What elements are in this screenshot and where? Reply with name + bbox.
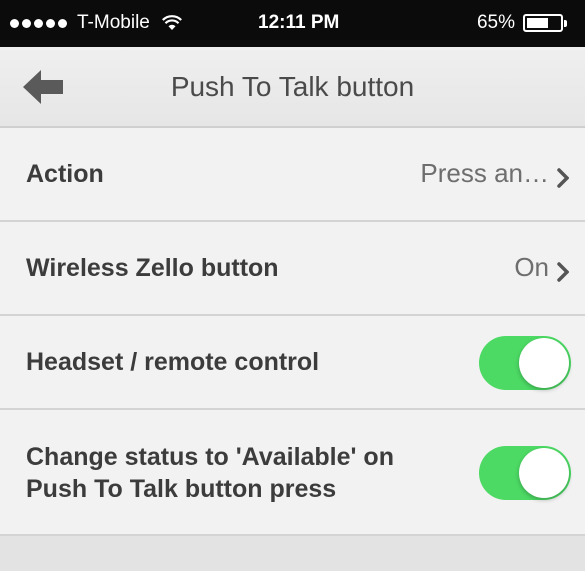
status-right: 65% [476,12,567,34]
navigation-header: Push To Talk button [0,47,585,128]
action-value: Press an… [420,158,570,189]
battery-percent: 65% [476,12,515,33]
chevron-right-icon [557,258,570,282]
headset-remote-control-toggle[interactable] [479,336,571,390]
status-left: T-Mobile [10,12,182,34]
wireless-zello-button-value-text: On [514,252,549,282]
action-row[interactable]: Action Press an… [0,128,585,222]
status-time: 12:11 PM [258,12,340,33]
wireless-zello-button-value: On [514,252,570,283]
action-label: Action [26,160,104,188]
battery-tip [564,20,567,27]
carrier-name: T-Mobile [77,12,150,33]
battery-icon [523,14,567,32]
screen: T-Mobile 12:11 PM 65% Push To Talk butto… [0,0,585,571]
battery-fill [527,18,548,28]
signal-dots-icon [10,18,67,28]
empty-footer-area [0,536,585,571]
wifi-icon [161,15,182,31]
change-status-label-line-2: Push To Talk button press [26,475,337,503]
change-status-row: Change status to 'Available' on Push To … [0,410,585,536]
headset-remote-control-row: Headset / remote control [0,316,585,410]
change-status-label-line-1: Change status to 'Available' on [26,443,394,471]
headset-remote-control-label: Headset / remote control [26,348,320,376]
page-title: Push To Talk button [170,71,415,102]
change-status-label: Change status to 'Available' on Push To … [26,441,394,505]
action-value-text: Press an… [420,158,549,188]
toggle-knob [519,448,569,498]
wireless-zello-button-label: Wireless Zello button [26,254,279,282]
chevron-right-icon [557,164,570,188]
toggle-knob [519,338,569,388]
wireless-zello-button-row[interactable]: Wireless Zello button On [0,222,585,316]
settings-list: Action Press an… Wireless Zello button O… [0,128,585,536]
status-bar: T-Mobile 12:11 PM 65% [0,0,585,47]
change-status-toggle[interactable] [479,446,571,500]
